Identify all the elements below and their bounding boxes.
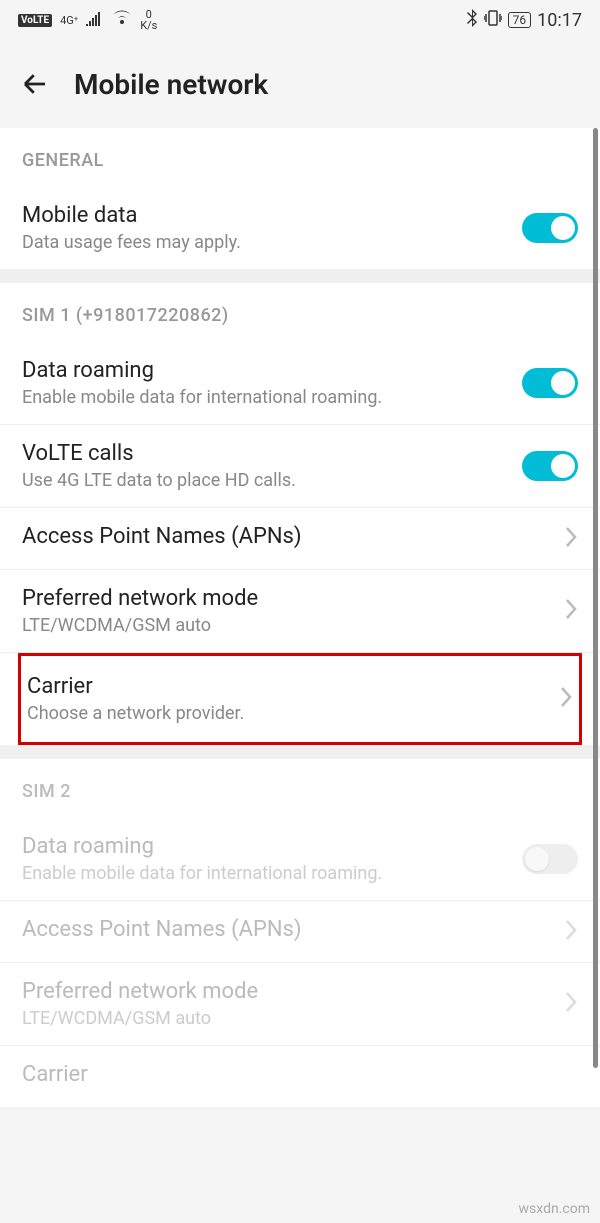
watermark: wsxdn.com (519, 1201, 590, 1217)
scrollbar[interactable] (593, 128, 598, 1068)
page-title: Mobile network (74, 68, 268, 101)
status-bar: VoLTE 4G⁺ 0 K/s 76 10:17 (0, 0, 600, 40)
sim2-prefmode-sub: LTE/WCDMA/GSM auto (22, 1008, 564, 1029)
sim1-apn-title: Access Point Names (APNs) (22, 524, 564, 549)
chevron-right-icon (564, 526, 578, 552)
row-sim2-data-roaming: Data roaming Enable mobile data for inte… (0, 818, 600, 901)
divider (0, 269, 600, 283)
section-sim1: SIM 1 (+918017220862) Data roaming Enabl… (0, 283, 600, 745)
sim1-roaming-toggle[interactable] (522, 368, 578, 398)
row-sim2-carrier: Carrier (0, 1046, 600, 1107)
chevron-right-icon (564, 919, 578, 945)
sim2-carrier-title: Carrier (22, 1062, 578, 1087)
mobile-data-toggle[interactable] (522, 213, 578, 243)
battery-indicator: 76 (508, 12, 532, 28)
clock: 10:17 (537, 10, 582, 31)
row-sim1-carrier[interactable]: Carrier Choose a network provider. (21, 656, 579, 742)
row-sim2-apn: Access Point Names (APNs) (0, 901, 600, 963)
signal-icon (86, 11, 104, 30)
section-header-sim1: SIM 1 (+918017220862) (0, 283, 600, 342)
sim1-volte-sub: Use 4G LTE data to place HD calls. (22, 470, 522, 491)
row-mobile-data[interactable]: Mobile data Data usage fees may apply. (0, 187, 600, 269)
highlighted-carrier: Carrier Choose a network provider. (18, 653, 582, 745)
volte-badge: VoLTE (18, 14, 52, 27)
sim2-apn-title: Access Point Names (APNs) (22, 917, 564, 942)
bluetooth-icon (466, 9, 478, 31)
section-header-general: GENERAL (0, 128, 600, 187)
chevron-right-icon (564, 991, 578, 1017)
sim2-roaming-toggle (522, 844, 578, 874)
sim2-roaming-title: Data roaming (22, 834, 522, 859)
chevron-right-icon (564, 598, 578, 624)
section-sim2: SIM 2 Data roaming Enable mobile data fo… (0, 759, 600, 1107)
divider (0, 745, 600, 759)
sim2-prefmode-title: Preferred network mode (22, 979, 564, 1004)
section-general: GENERAL Mobile data Data usage fees may … (0, 128, 600, 269)
sim1-carrier-sub: Choose a network provider. (27, 703, 559, 724)
chevron-right-icon (559, 686, 573, 712)
sim1-volte-toggle[interactable] (522, 451, 578, 481)
sim1-roaming-title: Data roaming (22, 358, 522, 383)
sim1-roaming-sub: Enable mobile data for international roa… (22, 387, 522, 408)
sim1-volte-title: VoLTE calls (22, 441, 522, 466)
status-right: 76 10:17 (466, 9, 582, 31)
vibrate-icon (484, 10, 502, 30)
mobile-data-sub: Data usage fees may apply. (22, 232, 522, 253)
row-sim1-data-roaming[interactable]: Data roaming Enable mobile data for inte… (0, 342, 600, 425)
sim1-prefmode-sub: LTE/WCDMA/GSM auto (22, 615, 564, 636)
wifi-icon (112, 10, 132, 30)
mobile-data-title: Mobile data (22, 203, 522, 228)
row-sim1-volte[interactable]: VoLTE calls Use 4G LTE data to place HD … (0, 425, 600, 508)
section-header-sim2: SIM 2 (0, 759, 600, 818)
net-speed: 0 K/s (140, 9, 157, 31)
header: Mobile network (0, 40, 600, 128)
sim1-carrier-title: Carrier (27, 674, 559, 699)
back-arrow-icon[interactable] (20, 69, 50, 99)
signal-type: 4G⁺ (60, 15, 78, 26)
row-sim1-apn[interactable]: Access Point Names (APNs) (0, 508, 600, 570)
row-sim2-preferred-mode: Preferred network mode LTE/WCDMA/GSM aut… (0, 963, 600, 1046)
sim2-roaming-sub: Enable mobile data for international roa… (22, 863, 522, 884)
status-left: VoLTE 4G⁺ 0 K/s (18, 9, 157, 31)
row-sim1-preferred-mode[interactable]: Preferred network mode LTE/WCDMA/GSM aut… (0, 570, 600, 653)
sim1-prefmode-title: Preferred network mode (22, 586, 564, 611)
